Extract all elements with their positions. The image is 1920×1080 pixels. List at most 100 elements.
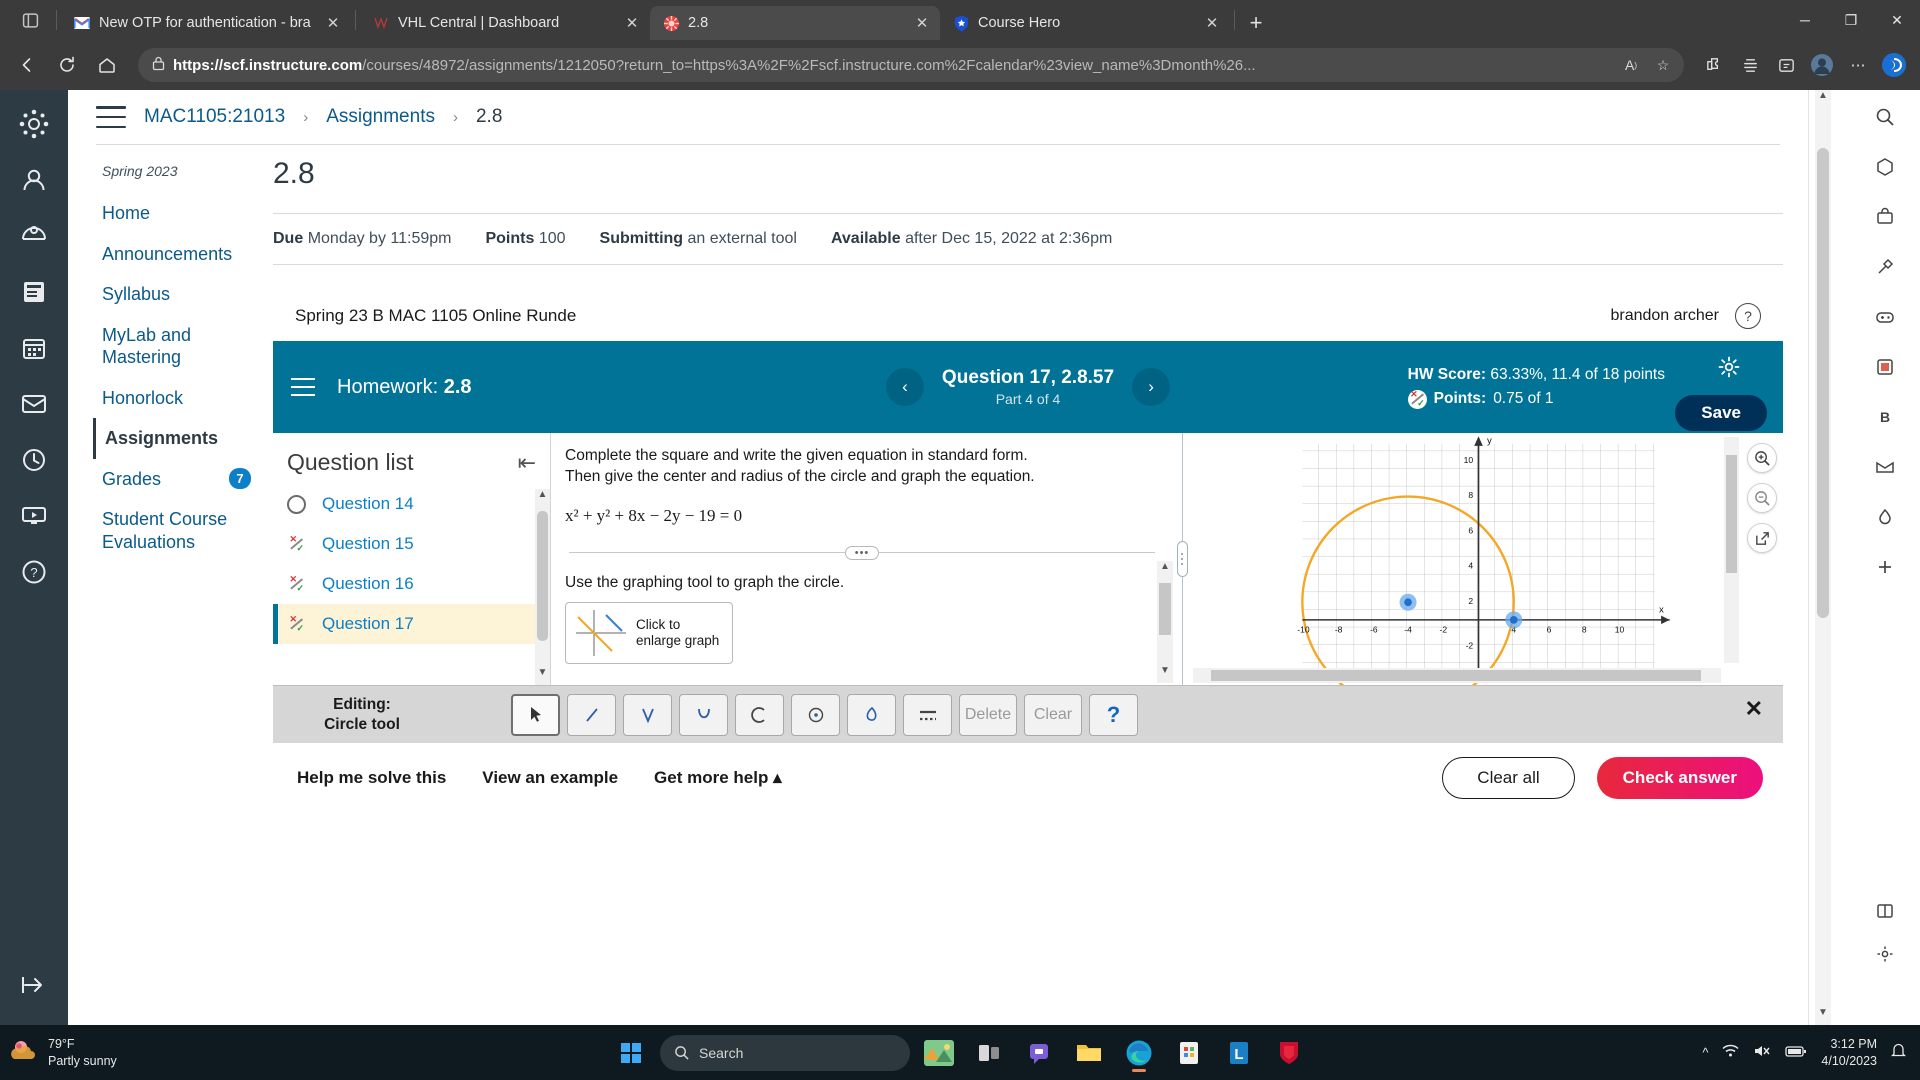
divider-dots[interactable]: ••• [845,545,879,560]
scroll-thumb[interactable] [1159,583,1171,635]
scroll-up-icon[interactable]: ▲ [1157,561,1173,579]
browser-tab-0[interactable]: New OTP for authentication - bra ✕ [61,6,351,40]
lastpass-icon[interactable]: L [1218,1032,1260,1074]
account-icon[interactable] [14,160,54,200]
add-sidebar-icon[interactable] [1868,550,1902,584]
mcafee-icon[interactable] [1268,1032,1310,1074]
courses-icon[interactable] [14,272,54,312]
shopping-icon[interactable] [1868,200,1902,234]
close-icon[interactable]: ✕ [622,13,642,33]
scroll-up-icon[interactable]: ▲ [1815,90,1831,108]
scroll-down-icon[interactable]: ▼ [535,667,550,685]
chevron-up-icon[interactable]: ^ [1703,1046,1709,1060]
delete-button[interactable]: Delete [959,693,1017,736]
help-me-solve-link[interactable]: Help me solve this [297,768,446,788]
tab-sidebar-toggle[interactable] [8,0,52,40]
pointer-tool-button[interactable] [511,693,560,736]
question-list-item-16[interactable]: ✕ ✓ Question 16 [273,564,550,604]
task-view-icon[interactable] [968,1032,1010,1074]
sidebar-item-evaluations[interactable]: Student Course Evaluations [96,499,273,562]
scroll-thumb[interactable] [537,511,548,641]
question-pane-scrollbar[interactable]: ▲ ▼ [1157,561,1173,683]
reload-icon[interactable] [50,48,84,82]
close-icon[interactable]: ✕ [1202,13,1222,33]
profile-avatar[interactable] [1806,49,1838,81]
address-bar[interactable]: https://scf.instructure.com/courses/4897… [138,48,1684,82]
scroll-down-icon[interactable]: ▼ [1157,665,1173,683]
minimize-button[interactable]: ─ [1782,0,1828,40]
question-list-scrollbar[interactable]: ▲ ▼ [535,489,550,685]
volume-mute-icon[interactable] [1753,1044,1771,1061]
sidebar-item-home[interactable]: Home [96,193,273,234]
sidebar-item-mylab[interactable]: MyLab and Mastering [96,315,273,378]
edge-icon[interactable] [1118,1032,1160,1074]
taskbar-clock[interactable]: 3:12 PM 4/10/2023 [1821,1036,1877,1070]
zoom-in-icon[interactable] [1747,443,1777,473]
close-icon[interactable]: ✕ [323,13,343,33]
question-list-item-14[interactable]: Question 14 [273,484,550,524]
scroll-thumb[interactable] [1211,670,1701,681]
favorite-icon[interactable]: ☆ [1650,52,1676,78]
sidebar-item-honorlock[interactable]: Honorlock [96,378,273,419]
games-icon[interactable] [1868,300,1902,334]
close-icon[interactable]: ✕ [912,13,932,33]
inbox-icon[interactable] [14,384,54,424]
open-external-icon[interactable] [1747,523,1777,553]
more-options-icon[interactable]: ⋯ [1842,49,1874,81]
coordinate-graph[interactable]: y x -10 -8 -6 -4 -2 4 6 8 10 1086 42-2 [1189,433,1783,710]
back-icon[interactable] [10,48,44,82]
help-icon[interactable]: ? [14,552,54,592]
collections-icon[interactable] [1734,49,1766,81]
sidebar-item-assignments[interactable]: Assignments [93,418,273,459]
office-icon[interactable] [1868,350,1902,384]
wifi-icon[interactable] [1722,1044,1739,1061]
widgets-icon[interactable] [918,1032,960,1074]
gear-icon[interactable] [1717,355,1741,385]
home-icon[interactable] [90,48,124,82]
browser-tab-3[interactable]: Course Hero ✕ [940,6,1230,40]
graph-horizontal-scrollbar[interactable] [1193,668,1721,683]
read-aloud-icon[interactable]: A) [1618,52,1644,78]
search-input[interactable]: Search [660,1034,910,1071]
enlarge-graph-button[interactable]: Click to enlarge graph [565,601,733,664]
arc-tool-button[interactable] [735,693,784,736]
scroll-up-icon[interactable]: ▲ [535,489,550,507]
scroll-down-icon[interactable]: ▼ [1815,1007,1831,1025]
help-icon[interactable]: ? [1735,303,1761,329]
check-answer-button[interactable]: Check answer [1596,757,1763,799]
collapse-panel-icon[interactable]: ⇤ [518,450,536,476]
save-button[interactable]: Save [1675,395,1767,431]
history-icon[interactable] [14,440,54,480]
sidebar-item-announcements[interactable]: Announcements [96,234,273,275]
graph-help-button[interactable]: ? [1089,693,1138,736]
studio-icon[interactable] [14,496,54,536]
clear-button[interactable]: Clear [1024,693,1082,736]
fill-tool-button[interactable] [847,693,896,736]
collapse-nav-icon[interactable] [14,965,54,1005]
canvas-logo-icon[interactable] [14,104,54,144]
notification-icon[interactable] [1890,1043,1907,1062]
homework-menu-icon[interactable] [291,378,315,396]
pane-resize-handle[interactable] [1175,433,1189,685]
window-close-button[interactable]: ✕ [1874,0,1920,40]
prev-question-button[interactable]: ‹ [885,368,924,406]
extensions-icon[interactable] [1698,49,1730,81]
weather-widget[interactable]: 79°F Partly sunny [0,1036,117,1070]
search-icon[interactable] [1868,100,1902,134]
zoom-out-icon[interactable] [1747,483,1777,513]
breadcrumb-assignments[interactable]: Assignments [326,106,435,128]
graph-pane[interactable]: y x -10 -8 -6 -4 -2 4 6 8 10 10 8 6 4 2 … [1189,433,1783,710]
browser-tab-1[interactable]: VHL Central | Dashboard ✕ [360,6,650,40]
vshape-tool-button[interactable] [623,693,672,736]
line-tool-button[interactable] [567,693,616,736]
close-toolbar-icon[interactable]: ✕ [1745,696,1763,722]
file-explorer-icon[interactable] [1068,1032,1110,1074]
breadcrumb-course[interactable]: MAC1105:21013 [144,106,285,128]
dashboard-icon[interactable] [14,216,54,256]
scroll-thumb[interactable] [1817,148,1829,618]
calendar-icon[interactable] [14,328,54,368]
split-screen-icon[interactable] [1875,901,1895,926]
question-list-item-17[interactable]: ✕ ✓ Question 17 [273,604,550,644]
next-question-button[interactable]: › [1132,368,1171,406]
view-example-link[interactable]: View an example [482,768,618,788]
